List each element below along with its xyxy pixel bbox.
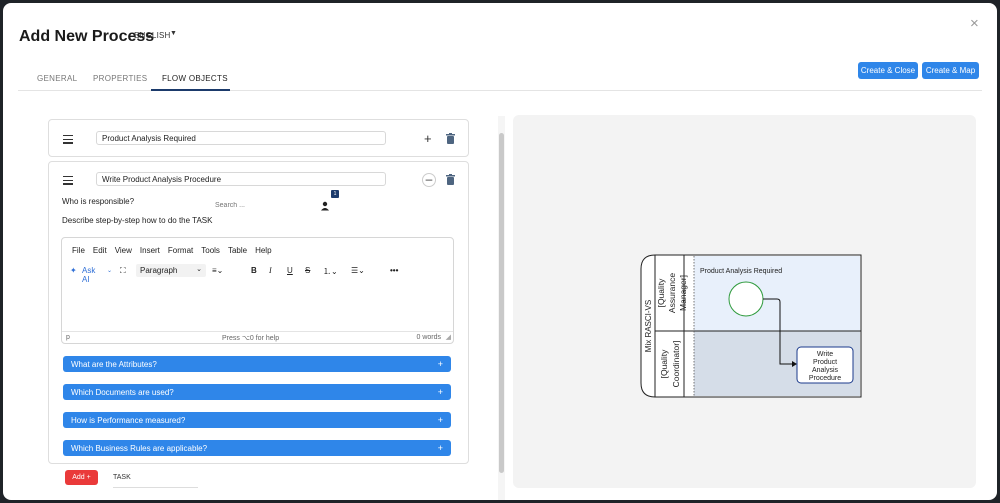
start-event-label: Product Analysis Required [700, 268, 782, 275]
plus-icon: + [437, 359, 443, 369]
lane-label-line: Manager] [678, 275, 688, 311]
responsible-search-input[interactable] [211, 199, 301, 212]
numbered-list-icon[interactable]: ⒈⌄ [323, 266, 338, 277]
flow-object-title-input[interactable]: Product Analysis Required [96, 131, 386, 145]
ask-ai-button[interactable]: Ask AI [82, 266, 95, 284]
add-process-modal: Add New Process ENGLISH ▼ × GENERAL PROP… [3, 3, 997, 500]
sparkle-icon[interactable]: ✦ [70, 266, 77, 275]
accordion-performance[interactable]: How is Performance measured? + [63, 412, 451, 428]
underline-icon[interactable]: U [287, 266, 293, 275]
rich-text-editor[interactable]: File Edit View Insert Format Tools Table Help ✦… [61, 237, 454, 344]
pool-label: Mix RASCI-VS [644, 300, 653, 352]
language-select[interactable]: ENGLISH [134, 31, 171, 40]
lane-label-line: Coordinator] [671, 341, 681, 388]
italic-icon[interactable]: I [269, 266, 272, 275]
menu-file[interactable]: File [72, 246, 85, 255]
help-hint: Press ⌥0 for help [222, 335, 280, 342]
collapse-minus-icon[interactable]: – [422, 173, 436, 187]
process-diagram: Mix RASCI-VS [Quality Assurance Manager]… [640, 254, 862, 398]
lane-label-line: Assurance [667, 273, 677, 313]
describe-label: Describe step-by-step how to do the TASK [62, 216, 213, 225]
flow-objects-list: Product Analysis Required + Write Produc… [33, 116, 476, 500]
task-label-line: Product [813, 359, 837, 366]
bullet-list-icon[interactable]: ☰⌄ [351, 266, 365, 275]
bold-icon[interactable]: B [251, 266, 257, 275]
chevron-down-icon[interactable]: ⌄ [107, 267, 112, 274]
menu-format[interactable]: Format [168, 246, 193, 255]
active-tab-indicator [151, 89, 230, 91]
caret-down-icon[interactable]: ▼ [170, 30, 177, 37]
word-count: 0 words [416, 334, 441, 341]
tab-flow-objects[interactable]: FLOW OBJECTS [162, 74, 228, 83]
plus-icon: + [437, 415, 443, 425]
task-label-line: Procedure [809, 375, 841, 382]
accordion-label: How is Performance measured? [71, 416, 186, 425]
create-close-button[interactable]: Create & Close [858, 62, 918, 79]
editor-menubar: File Edit View Insert Format Tools Table Help [72, 246, 280, 255]
flow-object-row-expanded: Write Product Analysis Procedure – Who i… [48, 161, 469, 464]
flow-object-title-input[interactable]: Write Product Analysis Procedure [96, 172, 386, 186]
resize-handle-icon[interactable]: ◢ [446, 333, 451, 341]
menu-tools[interactable]: Tools [201, 246, 220, 255]
fullscreen-icon[interactable]: ⛶ [120, 266, 126, 276]
assignee-count-badge: 1 [331, 190, 339, 198]
start-event[interactable] [728, 281, 764, 317]
accordion-business-rules[interactable]: Which Business Rules are applicable? + [63, 440, 451, 456]
add-type-select[interactable]: TASK [113, 474, 131, 481]
lane-label-line: [Quality [659, 349, 669, 379]
diagram-canvas[interactable]: Mix RASCI-VS [Quality Assurance Manager]… [513, 115, 976, 488]
tab-general[interactable]: GENERAL [37, 74, 77, 83]
flow-object-row: Product Analysis Required + [48, 119, 469, 157]
add-type-underline [113, 487, 198, 488]
drag-handle-icon[interactable] [63, 176, 73, 187]
accordion-label: What are the Attributes? [71, 360, 157, 369]
trash-icon[interactable] [446, 133, 455, 144]
tab-bar: GENERAL PROPERTIES FLOW OBJECTS [18, 65, 982, 91]
menu-insert[interactable]: Insert [140, 246, 160, 255]
responsible-label: Who is responsible? [62, 197, 135, 206]
task-label-line: Write [817, 351, 833, 358]
menu-edit[interactable]: Edit [93, 246, 107, 255]
align-icon[interactable]: ≡⌄ [212, 266, 223, 275]
create-map-button[interactable]: Create & Map [922, 62, 979, 79]
drag-handle-icon[interactable] [63, 135, 73, 146]
plus-icon: + [437, 443, 443, 453]
task-label-line: Analysis [812, 367, 839, 374]
trash-icon[interactable] [446, 174, 455, 185]
tab-properties[interactable]: PROPERTIES [93, 74, 147, 83]
person-icon[interactable] [319, 200, 331, 212]
lane-label-line: [Quality [656, 278, 666, 308]
close-icon[interactable]: × [970, 15, 979, 32]
block-format-value: Paragraph [140, 266, 178, 275]
element-path: p [66, 334, 70, 341]
add-button[interactable]: Add + [65, 470, 98, 485]
editor-statusbar: p Press ⌥0 for help 0 words ◢ [62, 331, 453, 343]
expand-plus-icon[interactable]: + [424, 131, 432, 146]
accordion-label: Which Business Rules are applicable? [71, 444, 208, 453]
scrollbar-thumb[interactable] [499, 133, 504, 473]
strikethrough-icon[interactable]: S [305, 266, 310, 275]
plus-icon: + [437, 387, 443, 397]
accordion-attributes[interactable]: What are the Attributes? + [63, 356, 451, 372]
chevron-down-icon: ⌄ [196, 266, 202, 273]
accordion-documents[interactable]: Which Documents are used? + [63, 384, 451, 400]
menu-help[interactable]: Help [255, 246, 271, 255]
menu-table[interactable]: Table [228, 246, 247, 255]
menu-view[interactable]: View [115, 246, 132, 255]
accordion-label: Which Documents are used? [71, 388, 174, 397]
block-format-select[interactable]: Paragraph ⌄ [136, 264, 206, 277]
more-options-icon[interactable]: ••• [390, 266, 398, 275]
